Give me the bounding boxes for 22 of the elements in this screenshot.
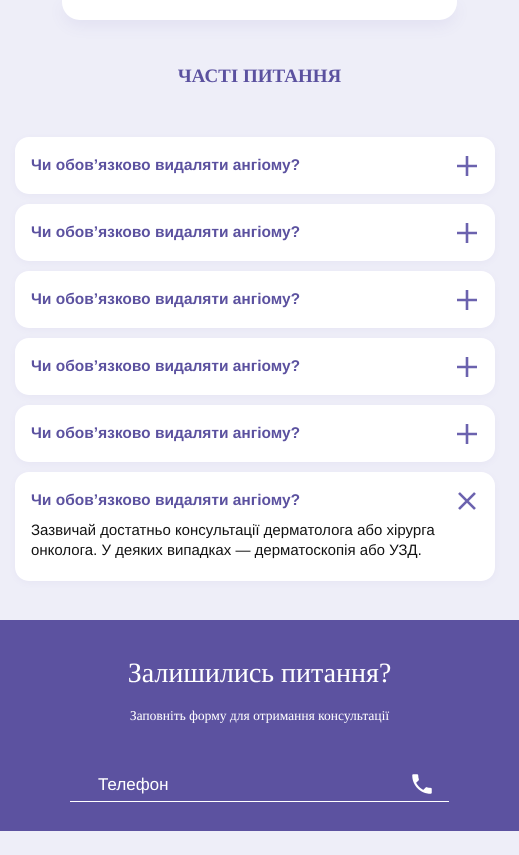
faq-question: Чи обов’язково видаляти ангіому? <box>31 358 300 376</box>
faq-item[interactable]: Чи обов’язково видаляти ангіому? <box>15 137 495 194</box>
faq-question: Чи обов’язково видаляти ангіому? <box>31 290 300 308</box>
plus-icon[interactable] <box>456 422 478 444</box>
plus-icon[interactable] <box>456 288 478 310</box>
contact-subtitle: Заповніть форму для отримання консультації <box>130 708 390 724</box>
faq-item[interactable]: Чи обов’язково видаляти ангіому? <box>15 405 495 462</box>
faq-item[interactable]: Чи обов’язково видаляти ангіому? <box>15 338 495 395</box>
faq-question: Чи обов’язково видаляти ангіому? <box>31 492 300 510</box>
contact-title: Залишились питання? <box>128 658 392 690</box>
plus-icon[interactable] <box>456 222 478 244</box>
plus-icon[interactable] <box>456 356 478 378</box>
faq-item[interactable]: Чи обов’язково видаляти ангіому? <box>15 271 495 328</box>
faq-question: Чи обов’язково видаляти ангіому? <box>31 224 300 242</box>
faq-item[interactable]: Чи обов’язково видаляти ангіому? Зазвичай достатньо консультації дерматолога або хірурга онколога. У деяких випадках — дерматоскопія або УЗД. <box>15 472 495 581</box>
plus-icon[interactable] <box>456 154 478 176</box>
faq-item[interactable]: Чи обов’язково видаляти ангіому? <box>15 204 495 261</box>
close-icon[interactable] <box>456 490 478 512</box>
faq-question: Чи обов’язково видаляти ангіому? <box>31 424 300 442</box>
faq-answer: Зазвичай достатньо консультації дерматолога або хірурга онколога. У деяких випадках — дерматоскопія або УЗД. <box>31 521 436 561</box>
section-title: ЧАСТІ ПИТАННЯ <box>176 65 342 89</box>
faq-question: Чи обов’язково видаляти ангіому? <box>31 156 300 174</box>
